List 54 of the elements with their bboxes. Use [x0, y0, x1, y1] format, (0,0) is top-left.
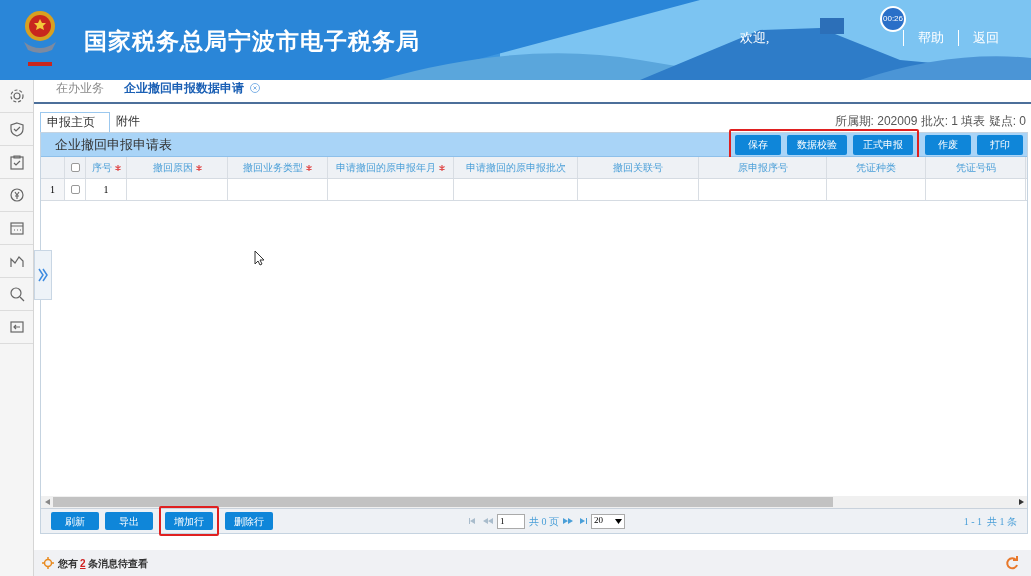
previous-page-icon[interactable]	[483, 518, 493, 524]
close-tab-icon[interactable]	[250, 83, 260, 93]
refresh-icon[interactable]	[1005, 556, 1019, 570]
site-title: 国家税务总局宁波市电子税务局	[84, 27, 420, 56]
page-size-select[interactable]: 20	[591, 513, 625, 529]
cursor-icon	[254, 250, 266, 266]
select-all-checkbox[interactable]	[70, 163, 80, 172]
scroll-right-icon[interactable]	[1018, 499, 1024, 505]
action-button[interactable]: 正式申报	[853, 134, 913, 155]
action-button[interactable]: 保存	[735, 134, 781, 155]
settings-icon[interactable]	[8, 88, 25, 104]
column-header: 凭证种类	[827, 157, 926, 178]
action-button[interactable]: 刷新	[51, 512, 99, 530]
action-button[interactable]: 删除行	[225, 512, 273, 530]
calendar-icon[interactable]	[8, 220, 25, 236]
action-button[interactable]: 作废	[925, 134, 971, 155]
column-header: 申请撤回的原申报批次	[454, 157, 578, 178]
column-header: 申请撤回的原申报年月	[328, 157, 454, 178]
column-header: 撤回关联号	[578, 157, 699, 178]
sun-icon	[42, 557, 54, 569]
horizontal-scrollbar[interactable]	[41, 496, 1027, 508]
row-checkbox[interactable]	[70, 185, 80, 194]
form-title: 企业撤回申报申请表	[55, 135, 172, 154]
action-button[interactable]: 数据校验	[787, 134, 847, 155]
last-page-icon[interactable]	[577, 518, 587, 524]
tab[interactable]: 企业撤回申报数据申请	[124, 79, 244, 97]
column-header: 原申报序号	[699, 157, 827, 178]
column-header: 凭证号码	[926, 157, 1026, 178]
sub-tab[interactable]: 申报主页	[40, 112, 110, 132]
page-field[interactable]: 1	[497, 513, 525, 529]
welcome-text: 欢迎,	[740, 29, 770, 47]
scroll-left-icon[interactable]	[44, 499, 50, 505]
column-header: 撤回原因	[127, 157, 228, 178]
page-count: 共 0 页	[529, 514, 559, 529]
action-button[interactable]: 导出	[105, 512, 153, 530]
period-info: 所属期: 202009 批次: 1 填表 疑点: 0	[834, 113, 1027, 130]
action-button[interactable]: 打印	[977, 134, 1023, 155]
table-cell-text: 1	[103, 183, 109, 197]
message-notice[interactable]: 您有 2 条消息待查看	[58, 555, 148, 571]
clipboard-check-icon[interactable]	[8, 154, 25, 170]
sub-tab[interactable]: 附件	[110, 112, 146, 132]
action-button[interactable]: 增加行	[165, 512, 213, 530]
row-number: 1	[41, 179, 65, 200]
record-summary: 1 - 1 共 1 条	[963, 514, 1017, 529]
search-icon[interactable]	[8, 286, 25, 302]
next-page-icon[interactable]	[563, 518, 573, 524]
column-header: 序号	[86, 157, 127, 178]
exit-icon[interactable]	[8, 319, 25, 335]
tab[interactable]: 在办业务	[56, 79, 104, 97]
coin-icon[interactable]	[8, 187, 25, 203]
column-header: 撤回业务类型	[228, 157, 328, 178]
collapse-handle[interactable]	[34, 250, 52, 300]
shield-check-icon[interactable]	[8, 121, 25, 137]
dropdown-icon[interactable]	[615, 518, 622, 524]
